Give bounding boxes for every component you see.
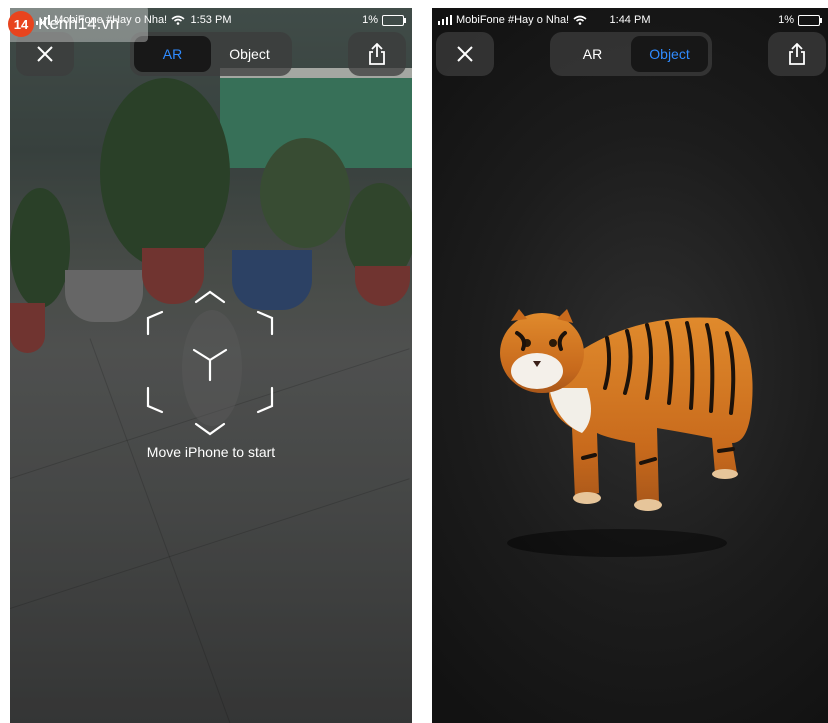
tab-ar[interactable]: AR <box>554 36 631 72</box>
view-mode-segmented-control: AR Object <box>130 32 292 76</box>
close-icon <box>457 46 473 62</box>
share-button[interactable] <box>768 32 826 76</box>
battery-percent: 1% <box>778 14 794 26</box>
ar-toolbar: AR Object <box>432 32 828 78</box>
clock: 1:44 PM <box>609 14 651 26</box>
share-button[interactable] <box>348 32 406 76</box>
watermark-text: Kenh14.vn <box>38 14 120 33</box>
tiger-3d-model[interactable] <box>487 293 777 563</box>
object-view-screen: MobiFone #Hay o Nha! 1:44 PM 1% AR Objec… <box>432 8 828 723</box>
move-iphone-hint: Move iPhone to start <box>146 444 276 460</box>
share-icon <box>789 43 805 65</box>
view-mode-segmented-control: AR Object <box>550 32 712 76</box>
kenh14-logo: 14 <box>8 11 34 37</box>
tab-object[interactable]: Object <box>631 36 708 72</box>
kenh14-watermark: 14 Kenh14.vn <box>4 6 148 42</box>
tab-object[interactable]: Object <box>211 36 288 72</box>
battery-icon <box>382 14 406 26</box>
battery-percent: 1% <box>362 14 378 26</box>
battery-icon <box>798 14 822 26</box>
close-icon <box>37 46 53 62</box>
ar-camera-screen: MobiFone #Hay o Nha! 1:53 PM 1% AR Objec… <box>10 8 412 723</box>
ar-placement-guide-icon <box>146 290 274 436</box>
share-icon <box>369 43 385 65</box>
status-bar: MobiFone #Hay o Nha! 1:44 PM 1% <box>432 12 828 28</box>
close-button[interactable] <box>436 32 494 76</box>
